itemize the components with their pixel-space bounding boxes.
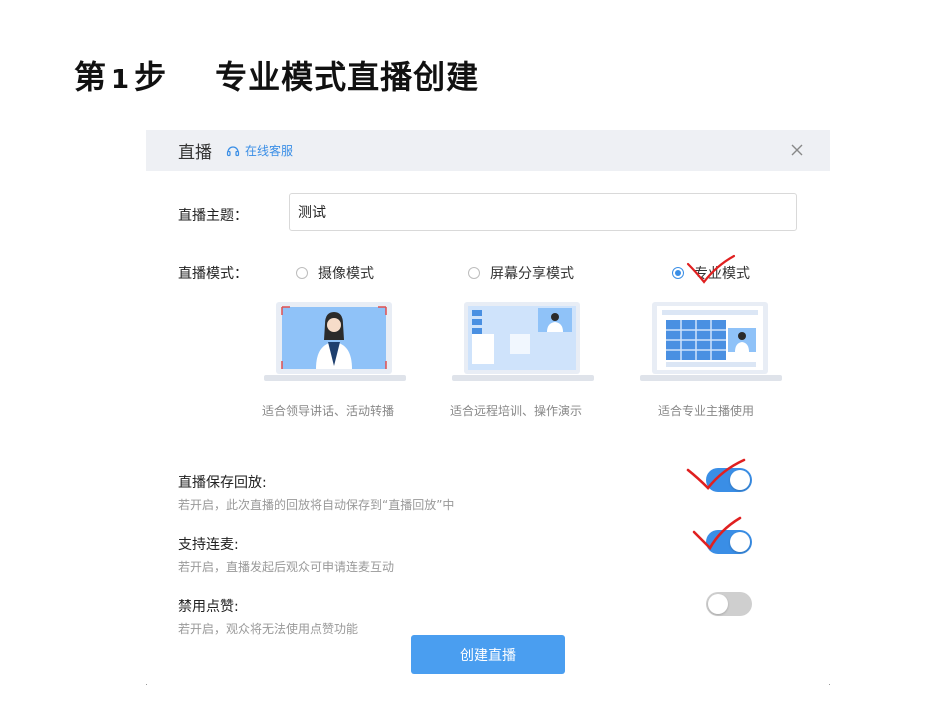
toggle-knob [730,470,750,490]
slide-title: 第 1 步 专业模式直播创建 [74,52,479,98]
dialog-title: 直播 [178,143,212,163]
co-host-title: 支持连麦: [178,537,239,553]
mode-pro-radio[interactable] [672,267,684,279]
mode-camera-option[interactable]: 摄像模式 [296,263,374,283]
dialog-header: 直播 在线客服 [146,130,830,171]
disable-likes-toggle[interactable] [706,592,752,616]
online-support-label: 在线客服 [245,144,294,158]
step-number: 1 [111,65,131,95]
close-icon[interactable] [788,141,806,159]
disable-likes-desc: 若开启，观众将无法使用点赞功能 [178,622,359,636]
camera-mode-illustration[interactable] [264,300,406,384]
create-live-button[interactable]: 创建直播 [411,635,565,674]
save-replay-desc: 若开启，此次直播的回放将自动保存到“直播回放”中 [178,498,455,512]
corner-marker [146,684,147,685]
mode-screen-share-radio[interactable] [468,267,480,279]
toggle-knob [730,532,750,552]
camera-mode-caption: 适合领导讲话、活动转播 [262,404,395,418]
slide-heading: 专业模式直播创建 [215,58,480,96]
co-host-toggle[interactable] [706,530,752,554]
corner-marker [829,684,830,685]
save-replay-title: 直播保存回放: [178,475,267,491]
online-support-link[interactable]: 在线客服 [226,142,293,159]
mode-label: 直播模式： [178,266,248,282]
topic-label: 直播主题： [178,208,248,224]
pro-mode-illustration[interactable] [640,300,782,384]
step-suffix: 步 [134,58,168,96]
disable-likes-title: 禁用点赞: [178,599,239,615]
topic-input[interactable] [289,193,797,231]
mode-screen-share-option[interactable]: 屏幕分享模式 [468,263,574,283]
toggle-knob [708,594,728,614]
create-live-dialog: 直播 在线客服 直播主题： 直播模式： 摄像模式 屏幕分享模式 专业模式 [146,130,830,686]
mode-camera-radio[interactable] [296,267,308,279]
save-replay-toggle[interactable] [706,468,752,492]
headset-icon [226,145,240,156]
co-host-desc: 若开启，直播发起后观众可申请连麦互动 [178,560,395,574]
mode-pro-option[interactable]: 专业模式 [672,263,750,283]
mode-screen-share-label: 屏幕分享模式 [490,266,574,282]
mode-camera-label: 摄像模式 [318,266,374,282]
mode-pro-label: 专业模式 [694,266,750,282]
step-prefix: 第 [74,58,108,96]
screen-share-mode-caption: 适合远程培训、操作演示 [450,404,583,418]
pro-mode-caption: 适合专业主播使用 [658,404,755,418]
screen-share-mode-illustration[interactable] [452,300,594,384]
